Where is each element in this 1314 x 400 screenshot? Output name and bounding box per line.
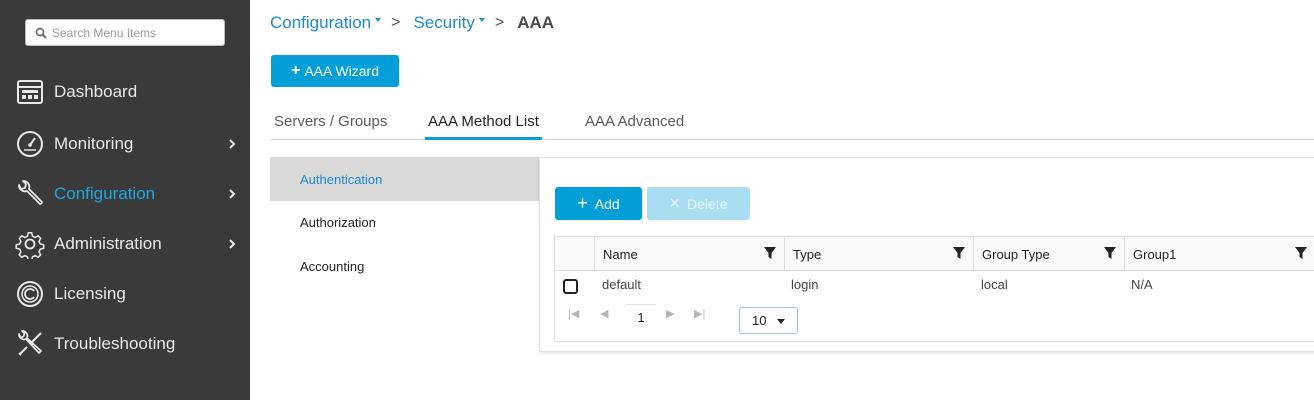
breadcrumb-configuration[interactable]: Configuration: [270, 13, 382, 33]
filter-icon[interactable]: [1104, 247, 1116, 260]
breadcrumb-separator: >: [494, 14, 505, 31]
delete-button[interactable]: × Delete: [647, 187, 750, 220]
chevron-right-icon: [229, 189, 236, 199]
sidebar-item-dashboard[interactable]: Dashboard: [0, 69, 250, 115]
current-page[interactable]: 1: [626, 304, 656, 330]
search-box[interactable]: [25, 19, 225, 46]
sidebar-item-label: Troubleshooting: [54, 334, 176, 353]
caret-down-icon: [777, 319, 785, 324]
tab-aaa-advanced[interactable]: AAA Advanced: [585, 113, 684, 140]
caret-down-icon: [375, 18, 382, 22]
tools-icon: [15, 329, 45, 359]
sidebar-item-label: Configuration: [54, 184, 156, 203]
prev-page-icon[interactable]: ◀: [600, 307, 608, 320]
add-button[interactable]: + Add: [555, 187, 642, 220]
license-icon: [15, 279, 45, 309]
filter-icon[interactable]: [1295, 247, 1307, 260]
column-header-type[interactable]: Type: [784, 237, 973, 271]
gear-icon: [15, 229, 45, 259]
method-tab-accounting[interactable]: Accounting: [270, 244, 540, 288]
breadcrumb: Configuration > Security > AAA: [270, 11, 554, 35]
method-tab-authentication[interactable]: Authentication: [270, 157, 540, 201]
plus-icon: +: [577, 193, 588, 213]
first-page-icon[interactable]: |◀: [568, 307, 579, 320]
sidebar-item-label: Licensing: [54, 284, 126, 303]
sidebar: Dashboard Monitoring Configuration: [0, 0, 250, 400]
plus-icon: +: [290, 62, 301, 79]
column-header-group-type[interactable]: Group Type: [973, 237, 1124, 271]
cell-name[interactable]: default: [602, 277, 641, 292]
cell-group-type: local: [981, 277, 1008, 292]
search-input[interactable]: [52, 22, 220, 43]
page-size-select[interactable]: 10: [739, 307, 798, 334]
tab-bar: Servers / Groups AAA Method List AAA Adv…: [270, 108, 1314, 140]
column-header-group1[interactable]: Group1: [1124, 237, 1314, 271]
sidebar-item-configuration[interactable]: Configuration: [0, 171, 250, 217]
search-icon: [35, 27, 47, 39]
method-list-table: Name Type Group Type Group1 default logi…: [554, 236, 1314, 342]
cell-group1: N/A: [1131, 277, 1153, 292]
sidebar-item-label: Administration: [54, 234, 162, 253]
sidebar-item-administration[interactable]: Administration: [0, 221, 250, 267]
tab-aaa-method-list[interactable]: AAA Method List: [425, 113, 542, 140]
filter-icon[interactable]: [953, 247, 965, 260]
chevron-right-icon: [229, 239, 236, 249]
cell-type: login: [791, 277, 819, 292]
dashboard-icon: [15, 77, 45, 107]
caret-down-icon: [478, 18, 485, 22]
table-header: Name Type Group Type Group1: [555, 237, 1314, 271]
aaa-wizard-label: AAA Wizard: [304, 63, 380, 79]
sidebar-item-monitoring[interactable]: Monitoring: [0, 121, 250, 167]
breadcrumb-security[interactable]: Security: [413, 13, 485, 33]
page-title: AAA: [517, 13, 555, 32]
wrench-icon: [15, 179, 45, 209]
next-page-icon[interactable]: ▶: [666, 307, 674, 320]
tab-servers-groups[interactable]: Servers / Groups: [274, 113, 387, 140]
row-checkbox[interactable]: [563, 279, 578, 294]
method-tab-authorization[interactable]: Authorization: [270, 200, 540, 244]
sidebar-item-label: Dashboard: [54, 82, 138, 101]
sidebar-item-label: Monitoring: [54, 134, 134, 153]
column-header-name[interactable]: Name: [594, 237, 784, 271]
aaa-wizard-button[interactable]: + AAA Wizard: [271, 55, 399, 87]
filter-icon[interactable]: [764, 247, 776, 260]
sidebar-item-troubleshooting[interactable]: Troubleshooting: [0, 321, 250, 367]
gauge-icon: [15, 129, 45, 159]
breadcrumb-separator: >: [391, 14, 401, 31]
close-icon: ×: [669, 193, 681, 213]
chevron-right-icon: [229, 139, 236, 149]
last-page-icon[interactable]: ▶|: [694, 307, 705, 320]
sidebar-item-licensing[interactable]: Licensing: [0, 271, 250, 317]
